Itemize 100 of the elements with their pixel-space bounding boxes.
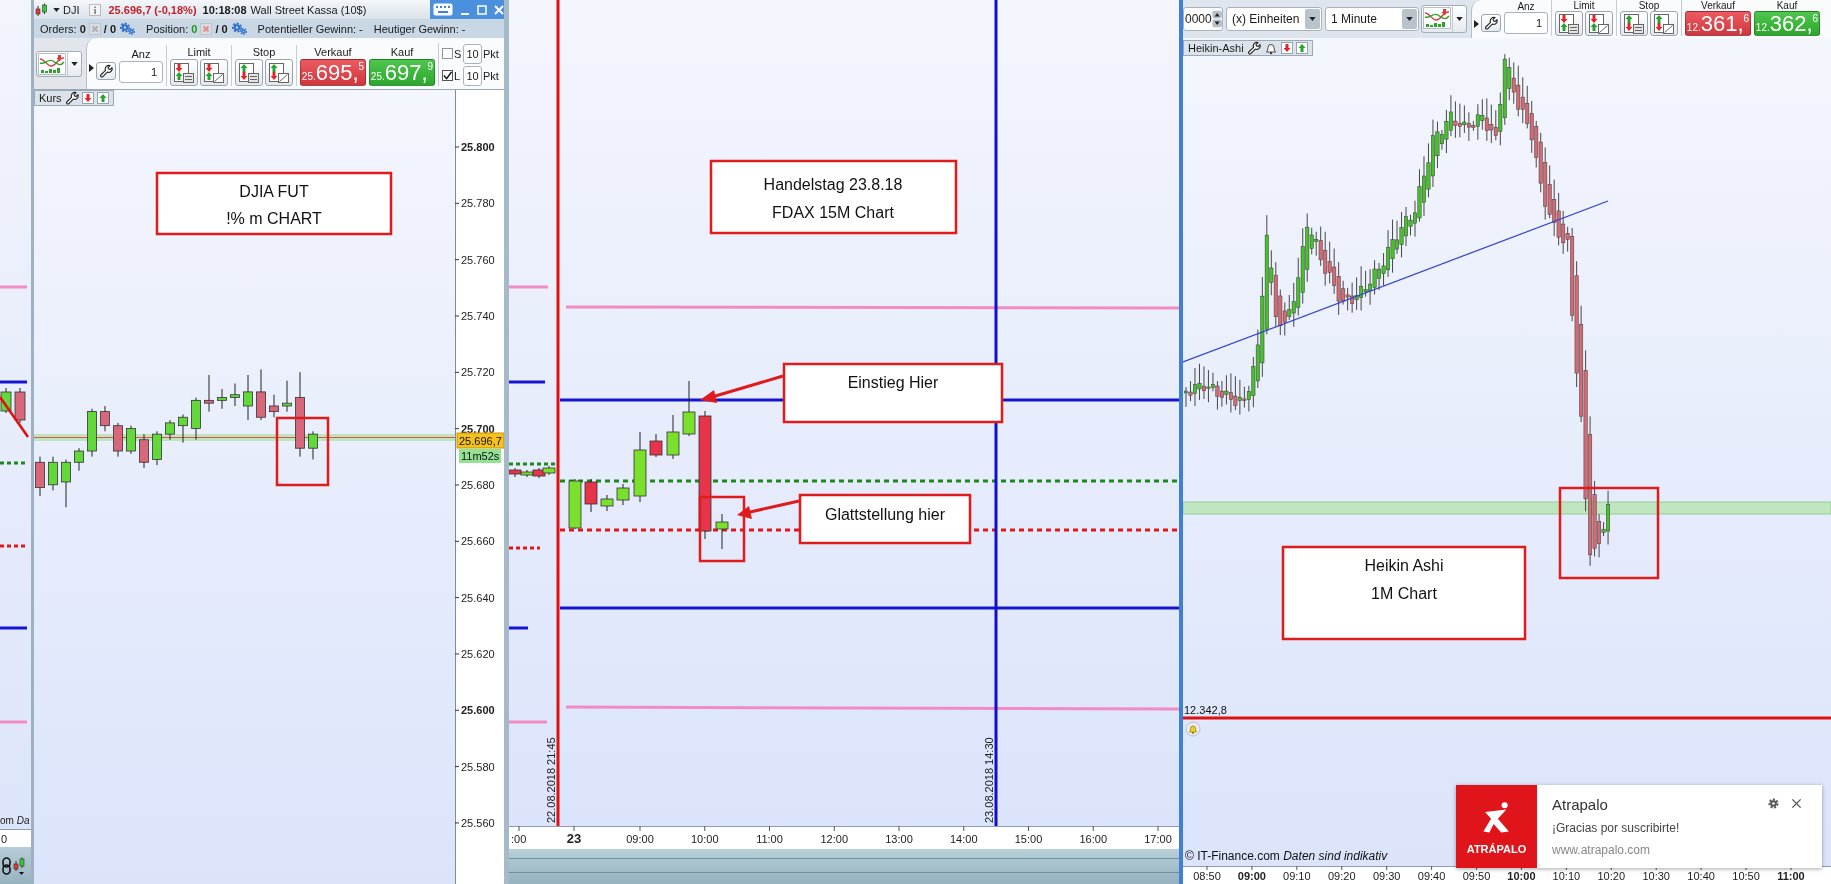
stop-list-button[interactable] xyxy=(1620,11,1648,36)
candlestick xyxy=(48,456,58,491)
maximize-icon[interactable] xyxy=(477,4,487,15)
candlestick xyxy=(568,478,582,530)
candlestick xyxy=(520,469,534,478)
level-line xyxy=(509,546,540,550)
arrow-down-icon[interactable] xyxy=(1280,42,1293,54)
gears-icon[interactable] xyxy=(230,22,247,35)
chart-note: Handelstag 23.8.18 FDAX 15M Chart xyxy=(709,159,958,235)
candlestick xyxy=(178,413,188,444)
axis-label: 09:00 xyxy=(626,833,654,845)
amount-field[interactable]: 0000 xyxy=(1183,7,1223,31)
caret-down-icon xyxy=(1309,17,1316,21)
chart-tab[interactable]: Kurs xyxy=(34,90,114,106)
position-label: Position: xyxy=(146,22,189,35)
stop-label: Stop xyxy=(1638,0,1660,11)
axis-label: 25.740 xyxy=(461,310,495,322)
checkbox[interactable] xyxy=(442,48,453,59)
limit-label: Limit xyxy=(187,45,211,59)
close-icon[interactable] xyxy=(1791,798,1802,809)
chart-title: Kurs xyxy=(39,92,62,104)
candlestick xyxy=(14,387,26,424)
candlestick xyxy=(139,433,149,469)
quantity-label: Anz xyxy=(1517,1,1535,12)
checkmark-icon xyxy=(443,71,452,80)
spinner-arrows-icon[interactable] xyxy=(1211,9,1222,29)
candlestick xyxy=(282,380,292,413)
quantity-field[interactable]: 1 xyxy=(1504,12,1548,34)
candlestick xyxy=(100,405,110,432)
link-icon[interactable] xyxy=(2,856,11,875)
checkbox[interactable] xyxy=(442,70,453,81)
candlestick xyxy=(165,419,175,441)
expand-arrow-icon[interactable] xyxy=(89,64,94,72)
highlight-frame xyxy=(698,495,746,563)
candle-icon[interactable] xyxy=(13,856,25,875)
expand-arrow-icon[interactable] xyxy=(1474,20,1479,28)
symbol-dropdown[interactable]: DJI xyxy=(53,3,80,16)
limit-line-button[interactable] xyxy=(1585,11,1613,36)
orders-total: / 0 xyxy=(103,22,117,35)
settings-button[interactable] xyxy=(1481,14,1501,32)
limit-line-button[interactable] xyxy=(200,59,228,86)
potential-gain: Potentieller Gewinn: - xyxy=(257,22,363,35)
axis-label: 25.560 xyxy=(461,816,495,829)
keyboard-icon[interactable] xyxy=(433,3,453,16)
highlight-frame xyxy=(275,416,330,487)
stop-list-button[interactable] xyxy=(235,59,263,86)
chart-note: DJIA FUT !% m CHART xyxy=(155,171,393,236)
notification-message: ¡Gracias por suscribirte! xyxy=(1552,821,1680,835)
axis-label: 12:00 xyxy=(820,833,848,845)
candlestick xyxy=(204,374,214,413)
axis-label: 10:20 xyxy=(1597,870,1626,882)
candlestick xyxy=(191,397,201,441)
gears-icon[interactable] xyxy=(119,22,136,35)
order-list-icon xyxy=(1623,12,1645,35)
candlestick xyxy=(542,465,556,476)
bell-icon[interactable] xyxy=(1263,41,1278,55)
level-line xyxy=(509,285,548,289)
candlestick xyxy=(87,408,97,458)
points-field[interactable]: 10 xyxy=(463,65,482,86)
info-icon[interactable] xyxy=(88,3,101,16)
chart-tab[interactable]: Heikin-Ashi xyxy=(1183,40,1313,56)
time-axis: 0 xyxy=(0,829,31,847)
settings-button[interactable] xyxy=(96,62,116,80)
settings-icon[interactable] xyxy=(1768,798,1779,809)
order-slash-icon xyxy=(1588,12,1610,35)
quote-time: 10:18:08 xyxy=(202,3,247,16)
wrench-icon xyxy=(1484,16,1498,30)
notification-title: Atrapalo xyxy=(1552,796,1609,813)
stop-line-button[interactable] xyxy=(265,59,293,86)
axis-label: 10:50 xyxy=(1732,870,1760,882)
instrument-name: Wall Street Kassa (10$) xyxy=(250,3,367,16)
order-list-icon xyxy=(173,61,195,84)
unit-dropdown[interactable]: (x) Einheiten xyxy=(1226,7,1322,31)
level-line xyxy=(509,626,528,630)
interval-dropdown[interactable]: 1 Minute xyxy=(1325,7,1419,31)
candlestick xyxy=(35,456,45,497)
callout-box: Glattstellung hier xyxy=(798,493,972,545)
order-slash-icon xyxy=(1653,12,1675,35)
axis-label: 25.800 xyxy=(461,141,495,153)
candlestick xyxy=(256,368,266,421)
limit-list-button[interactable] xyxy=(170,59,198,86)
alert-price: 12.342,8 xyxy=(1184,704,1227,716)
candlestick xyxy=(584,478,598,513)
axis-label: :00 xyxy=(511,833,527,845)
chart-type-button[interactable] xyxy=(1421,5,1467,33)
quantity-field[interactable]: 1 xyxy=(119,61,163,83)
arrow-down-icon[interactable] xyxy=(81,92,94,104)
arrow-up-icon[interactable] xyxy=(1295,42,1308,54)
stop-line-button[interactable] xyxy=(1650,11,1678,36)
order-slash-icon xyxy=(268,61,290,84)
chart-indicator-icon xyxy=(1423,7,1451,29)
points-field[interactable]: 10 xyxy=(463,43,482,64)
marker-date-label: 23.08.2018 14:30 xyxy=(983,737,995,823)
countdown-label: 11m52s xyxy=(459,449,501,463)
candlestick xyxy=(600,494,614,512)
arrow-up-icon[interactable] xyxy=(96,92,109,104)
orders-count: 0 xyxy=(79,22,86,35)
chart-type-button[interactable] xyxy=(36,51,82,77)
limit-list-button[interactable] xyxy=(1555,11,1583,36)
candlestick xyxy=(0,387,12,414)
